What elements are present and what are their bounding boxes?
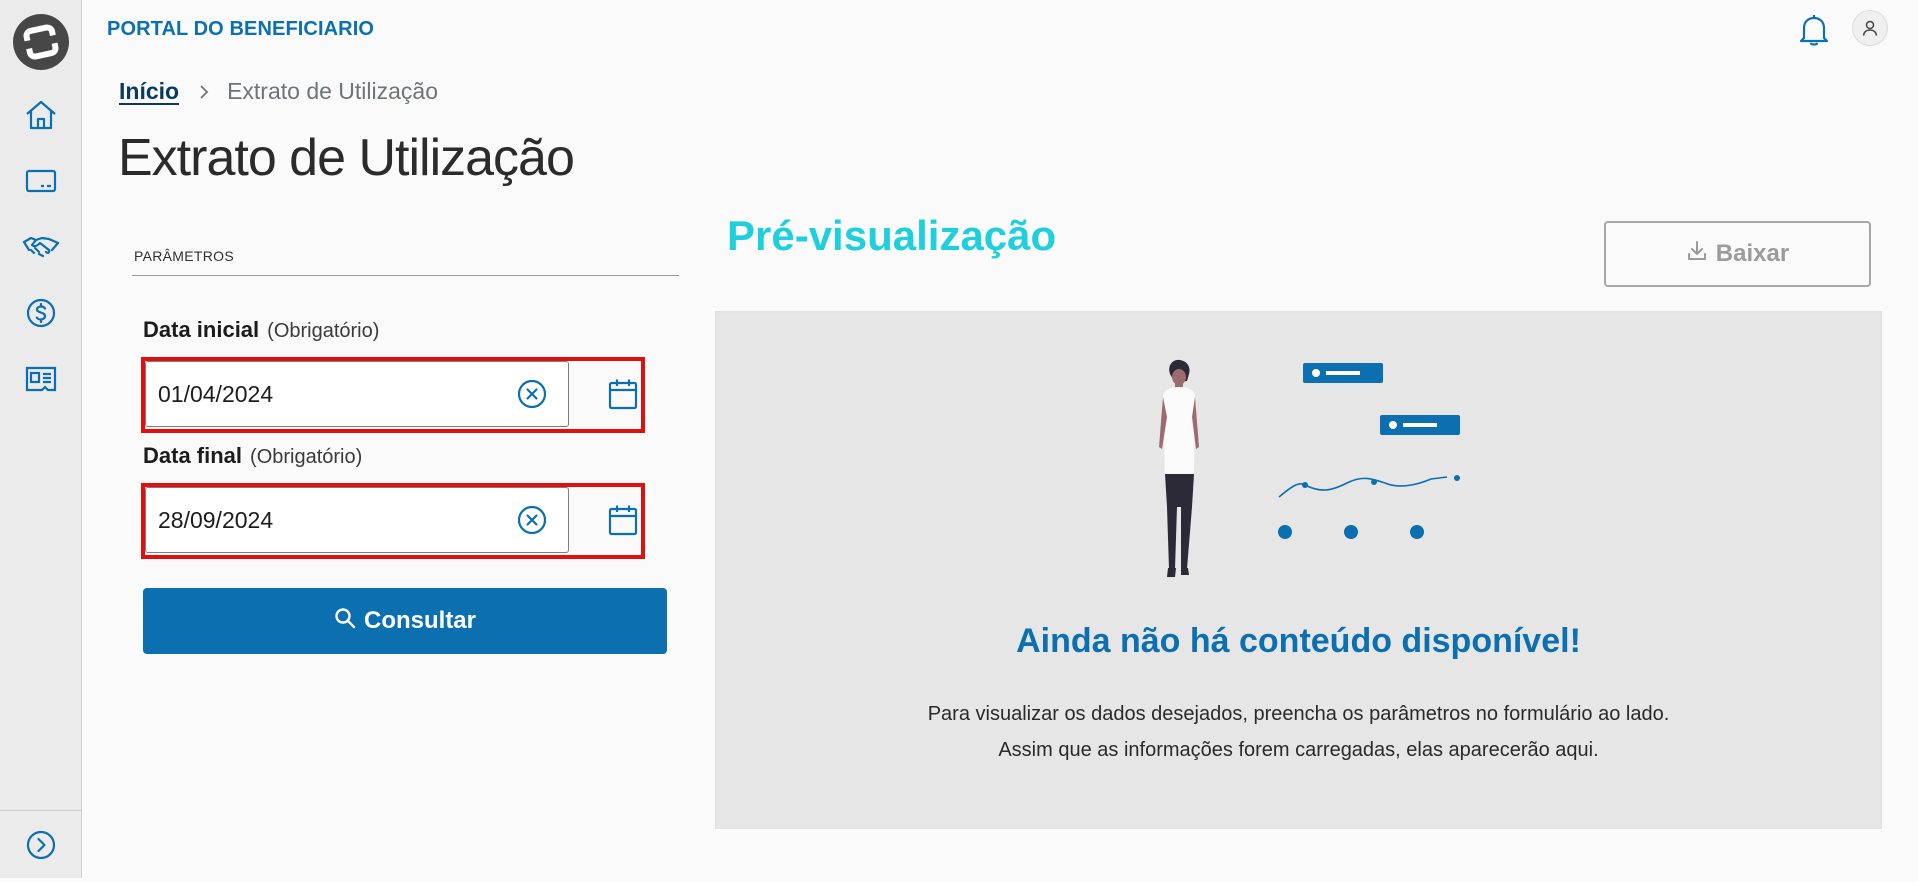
dollar-icon[interactable] bbox=[21, 293, 61, 333]
bell-icon[interactable] bbox=[1796, 12, 1832, 48]
trend-line-illustration bbox=[1278, 475, 1460, 498]
start-date-group bbox=[141, 357, 645, 433]
dots-illustration bbox=[1278, 525, 1424, 539]
id-card-icon[interactable] bbox=[21, 359, 61, 399]
breadcrumb-home-link[interactable]: Início bbox=[119, 78, 179, 105]
breadcrumb: Início Extrato de Utilização bbox=[119, 78, 438, 105]
download-button-label: Baixar bbox=[1715, 240, 1790, 267]
preview-title: Pré-visualização bbox=[727, 212, 1057, 259]
chevron-right-circle-icon[interactable] bbox=[21, 825, 61, 865]
sidebar bbox=[0, 0, 82, 878]
download-icon bbox=[1686, 240, 1708, 269]
start-date-label: Data inicial (Obrigatório) bbox=[143, 317, 379, 343]
sidebar-divider bbox=[0, 810, 82, 811]
clear-start-date-icon[interactable] bbox=[515, 377, 549, 411]
end-date-required: (Obrigatório) bbox=[250, 446, 363, 468]
breadcrumb-current: Extrato de Utilização bbox=[227, 78, 438, 104]
start-date-calendar-icon[interactable] bbox=[606, 376, 640, 412]
totvs-logo[interactable] bbox=[13, 14, 69, 70]
person-illustration bbox=[1159, 359, 1199, 577]
start-date-input[interactable] bbox=[145, 361, 569, 427]
card-icon[interactable] bbox=[21, 161, 61, 201]
empty-state-illustration bbox=[1159, 359, 1460, 577]
end-date-label: Data final (Obrigatório) bbox=[143, 443, 362, 469]
download-button[interactable]: Baixar bbox=[1604, 221, 1871, 287]
user-avatar-icon[interactable] bbox=[1852, 10, 1888, 46]
params-section-label: PARÂMETROS bbox=[134, 248, 234, 264]
consult-button-label: Consultar bbox=[363, 607, 476, 634]
data-cards-illustration bbox=[1303, 363, 1460, 435]
empty-state-title: Ainda não há conteúdo disponível! bbox=[1016, 622, 1581, 660]
start-date-required: (Obrigatório) bbox=[267, 320, 380, 342]
consult-button[interactable]: Consultar bbox=[143, 588, 667, 654]
chevron-right-icon bbox=[199, 84, 209, 100]
handshake-icon[interactable] bbox=[21, 227, 61, 267]
home-icon[interactable] bbox=[21, 95, 61, 135]
start-date-label-text: Data inicial bbox=[143, 317, 260, 342]
search-icon bbox=[334, 607, 356, 636]
app-title: PORTAL DO BENEFICIARIO bbox=[107, 18, 375, 40]
clear-end-date-icon[interactable] bbox=[515, 503, 549, 537]
end-date-label-text: Data final bbox=[143, 443, 243, 468]
end-date-calendar-icon[interactable] bbox=[606, 502, 640, 538]
empty-state-description: Para visualizar os dados desejados, pree… bbox=[927, 703, 1670, 761]
params-divider bbox=[132, 275, 679, 276]
end-date-group bbox=[141, 483, 645, 559]
page-title: Extrato de Utilização bbox=[118, 129, 575, 187]
end-date-input[interactable] bbox=[145, 487, 569, 553]
